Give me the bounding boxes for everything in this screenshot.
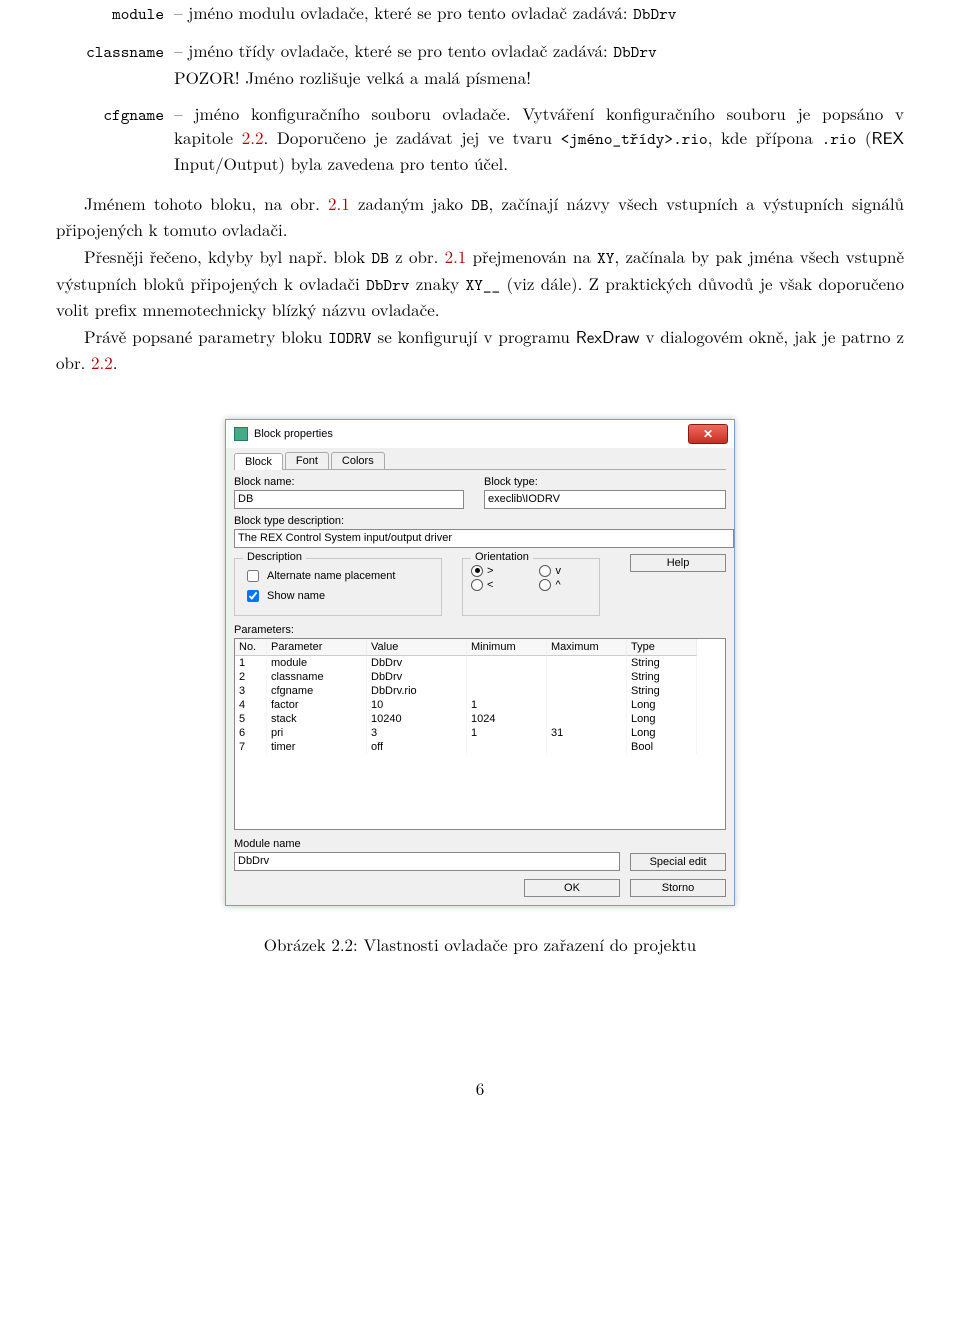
blocktype-label: Block type: (484, 476, 726, 488)
param-cell[interactable] (547, 684, 627, 698)
param-col-header: Maximum (547, 639, 627, 656)
param-cell[interactable] (467, 684, 547, 698)
param-col-header: Value (367, 639, 467, 656)
param-col-header: Type (627, 639, 697, 656)
ref-link[interactable]: 2.2 (242, 125, 264, 149)
param-cell[interactable]: off (367, 740, 467, 754)
param-cell[interactable]: 1 (467, 726, 547, 740)
tab-colors[interactable]: Colors (331, 452, 385, 469)
blocktype-input (484, 490, 726, 509)
ok-button[interactable]: OK (524, 879, 620, 897)
def-term-classname: classname (56, 38, 170, 63)
param-cell[interactable]: Long (627, 698, 697, 712)
param-cell[interactable] (467, 670, 547, 684)
def-body-module: – jméno modulu ovladače, které se pro te… (174, 0, 904, 26)
dialog-title: Block properties (254, 428, 333, 440)
def-body-cfgname: – jméno konfiguračního souboru ovladače.… (174, 101, 904, 176)
checkbox-altname[interactable]: Alternate name placement (243, 567, 433, 585)
figure-caption: Obrázek 2.2: Vlastnosti ovladače pro zař… (56, 932, 904, 956)
blockname-label: Block name: (234, 476, 464, 488)
param-cell[interactable]: 3 (235, 684, 267, 698)
group-orientation-legend: Orientation (471, 551, 533, 563)
orientation-radio-up[interactable]: ^ (539, 579, 591, 591)
param-col-header: Parameter (267, 639, 367, 656)
param-cell[interactable]: 31 (547, 726, 627, 740)
def-term-cfgname: cfgname (56, 101, 170, 126)
param-cell[interactable]: Bool (627, 740, 697, 754)
special-edit-button[interactable]: Special edit (630, 853, 726, 871)
param-cell[interactable] (467, 656, 547, 670)
param-cell[interactable]: 2 (235, 670, 267, 684)
param-cell[interactable]: classname (267, 670, 367, 684)
param-cell[interactable]: 10 (367, 698, 467, 712)
param-cell[interactable]: factor (267, 698, 367, 712)
param-cell[interactable]: 6 (235, 726, 267, 740)
dialog-window: Block properties ✕ Block Font Colors Blo… (225, 419, 735, 906)
cancel-button[interactable]: Storno (630, 879, 726, 897)
param-cell[interactable]: String (627, 670, 697, 684)
param-cell[interactable]: pri (267, 726, 367, 740)
paragraph: Jménem tohoto bloku, na obr. 2.1 zadaným… (56, 191, 904, 242)
checkbox-altname-label: Alternate name placement (267, 570, 395, 582)
param-cell[interactable] (547, 670, 627, 684)
paragraph: Přesněji řečeno, kdyby byl např. blok DB… (56, 244, 904, 321)
param-cell[interactable]: 5 (235, 712, 267, 726)
param-col-header: Minimum (467, 639, 547, 656)
param-cell[interactable]: 10240 (367, 712, 467, 726)
param-cell[interactable]: stack (267, 712, 367, 726)
help-button[interactable]: Help (630, 554, 726, 572)
app-icon (234, 427, 248, 441)
param-cell[interactable]: 7 (235, 740, 267, 754)
blockname-input[interactable] (234, 490, 464, 509)
parameters-listbox[interactable]: No.ParameterValueMinimumMaximumType1modu… (234, 638, 726, 830)
tab-block[interactable]: Block (234, 453, 283, 470)
blockdesc-label: Block type description: (234, 515, 726, 527)
param-cell[interactable]: module (267, 656, 367, 670)
param-cell[interactable]: Long (627, 712, 697, 726)
param-cell[interactable]: 3 (367, 726, 467, 740)
parameters-label: Parameters: (234, 624, 726, 636)
param-col-header: No. (235, 639, 267, 656)
paragraph: Právě popsané parametry bloku IODRV se k… (56, 324, 904, 375)
param-cell[interactable]: String (627, 684, 697, 698)
tab-font[interactable]: Font (285, 452, 329, 469)
param-cell[interactable]: String (627, 656, 697, 670)
param-cell[interactable]: timer (267, 740, 367, 754)
tab-strip: Block Font Colors (234, 452, 726, 470)
orientation-radio-left[interactable]: < (471, 579, 523, 591)
param-cell[interactable] (547, 656, 627, 670)
modulename-input[interactable] (234, 852, 620, 871)
ref-link[interactable]: 2.2 (91, 350, 113, 374)
ref-link[interactable]: 2.1 (328, 191, 350, 215)
blockdesc-input (234, 529, 734, 548)
checkbox-showname[interactable]: Show name (243, 587, 433, 605)
param-cell[interactable]: DbDrv.rio (367, 684, 467, 698)
def-term-module: module (56, 0, 170, 25)
param-cell[interactable]: 1 (235, 656, 267, 670)
param-cell[interactable]: Long (627, 726, 697, 740)
group-description-legend: Description (243, 551, 306, 563)
orientation-radio-down[interactable]: v (539, 565, 591, 577)
param-cell[interactable]: 4 (235, 698, 267, 712)
param-cell[interactable]: DbDrv (367, 670, 467, 684)
param-cell[interactable] (547, 698, 627, 712)
close-button[interactable]: ✕ (688, 424, 728, 444)
close-icon: ✕ (703, 427, 713, 441)
param-cell[interactable] (547, 740, 627, 754)
page-number: 6 (56, 1076, 904, 1100)
param-cell[interactable]: cfgname (267, 684, 367, 698)
param-cell[interactable]: 1 (467, 698, 547, 712)
modulename-label: Module name (234, 838, 620, 850)
param-cell[interactable] (467, 740, 547, 754)
param-cell[interactable]: 1024 (467, 712, 547, 726)
checkbox-showname-label: Show name (267, 590, 325, 602)
param-cell[interactable]: DbDrv (367, 656, 467, 670)
param-cell[interactable] (547, 712, 627, 726)
ref-link[interactable]: 2.1 (445, 244, 467, 268)
orientation-radio-right[interactable]: > (471, 565, 523, 577)
def-body-classname: – jméno třídy ovladače, které se pro ten… (174, 38, 904, 89)
